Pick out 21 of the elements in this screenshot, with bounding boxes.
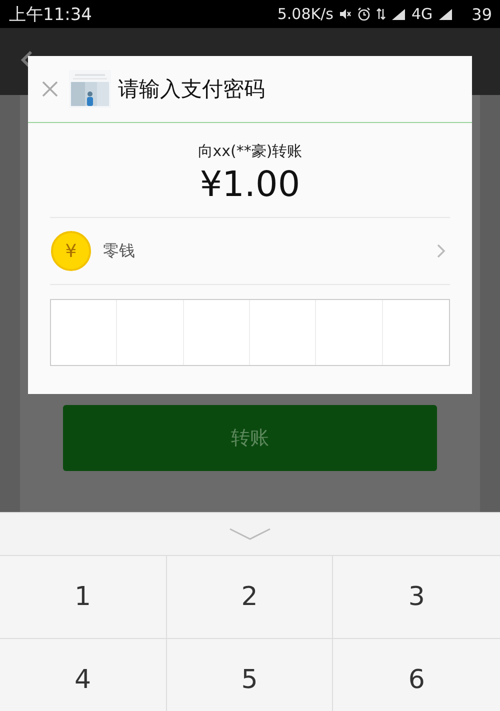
payment-method-label: 零钱 (103, 240, 136, 262)
dialog-title: 请输入支付密码 (118, 76, 265, 103)
chevron-right-icon (436, 243, 446, 259)
data-arrows-icon (376, 7, 386, 21)
mute-icon (338, 7, 352, 21)
payee-text: 向xx(**豪)转账 (198, 142, 302, 161)
close-icon[interactable] (41, 80, 59, 98)
battery-level: 39 (472, 4, 492, 24)
signal-icon (438, 8, 453, 20)
alarm-icon (357, 7, 372, 21)
network-speed: 5.08K/s (277, 5, 334, 23)
collapse-chevron-icon[interactable] (229, 528, 271, 540)
keypad-key[interactable]: 1 (0, 556, 167, 639)
keypad-key[interactable]: 2 (166, 556, 334, 639)
payment-method-row[interactable]: ¥ 零钱 (50, 217, 450, 285)
network-type: 4G (411, 5, 433, 23)
signal-icon (391, 8, 406, 20)
coin-icon: ¥ (51, 231, 91, 271)
amount-text: ¥1.00 (200, 165, 300, 205)
status-time: 上午11:34 (9, 4, 92, 26)
password-field[interactable] (50, 299, 450, 366)
